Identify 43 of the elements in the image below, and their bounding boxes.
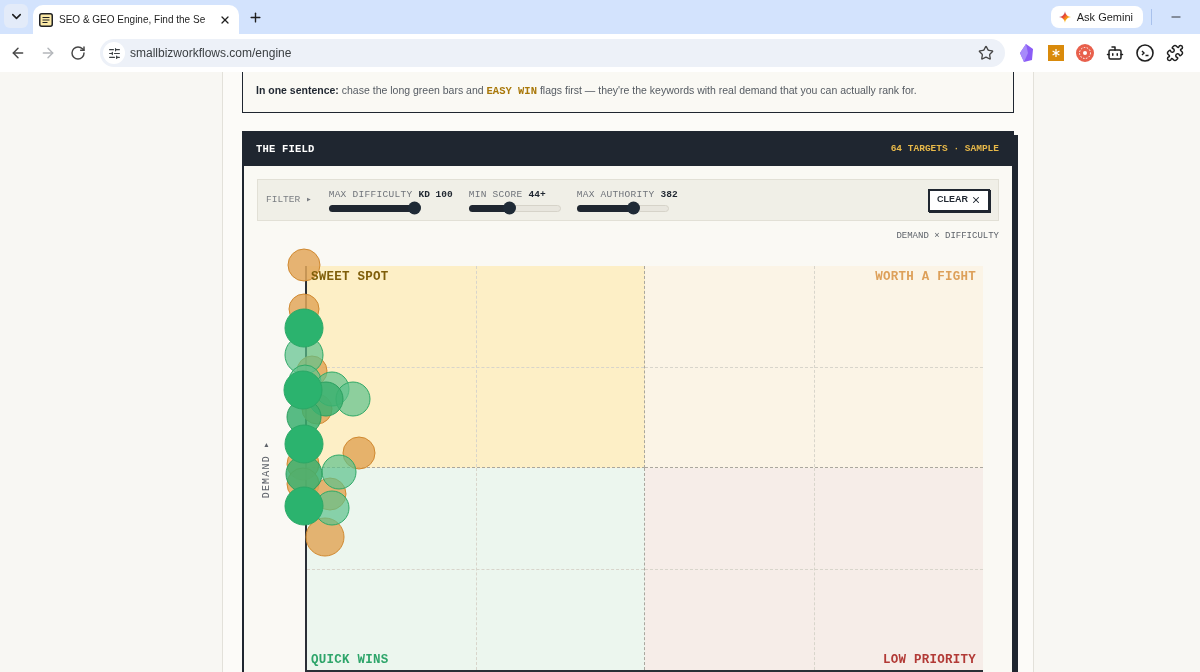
quadrant-label: WORTH A FIGHT xyxy=(875,270,976,284)
slider-thumb[interactable] xyxy=(627,201,641,215)
target-count: 64 TARGETS · SAMPLE xyxy=(890,142,999,157)
quadrant-label: QUICK WINS xyxy=(311,653,389,667)
star-icon[interactable] xyxy=(978,45,994,61)
gem-icon[interactable] xyxy=(1018,44,1036,62)
puzzle-icon[interactable] xyxy=(1166,44,1184,62)
url-text: smallbizworkflows.com/engine xyxy=(130,45,292,62)
axis-label: DEMAND ▸ xyxy=(260,440,274,498)
site-info-button[interactable] xyxy=(103,42,125,64)
slider-track[interactable] xyxy=(576,204,669,212)
slider-thumb[interactable] xyxy=(407,201,421,215)
sparkle-icon xyxy=(1058,11,1071,23)
slider-track[interactable] xyxy=(468,204,561,212)
slider-value: 44+ xyxy=(528,188,546,200)
terminal-circle-icon[interactable] xyxy=(1136,44,1154,62)
clear-button[interactable]: CLEAR xyxy=(928,188,990,212)
slider-label: MAX AUTHORITY xyxy=(576,188,655,200)
address-field[interactable]: smallbizworkflows.com/engine xyxy=(100,39,1005,67)
quadrant-label: SWEET SPOT xyxy=(311,270,389,284)
quadrant-label: LOW PRIORITY xyxy=(883,653,976,667)
document-icon xyxy=(39,12,53,27)
filter-label: FILTER ▸ xyxy=(266,192,312,207)
robot-icon[interactable] xyxy=(1106,44,1124,62)
x-icon xyxy=(971,195,981,205)
sunburst-icon[interactable] xyxy=(1076,44,1094,62)
browser-tab[interactable]: SEO & GEO Engine, Find the Se xyxy=(33,5,239,34)
summary-sentence: In one sentence: chase the long green bars and EASY WIN flags first — they're the keywords with real demand that you can actually rank for. xyxy=(256,83,918,98)
plus-icon xyxy=(247,9,263,25)
slider-value: 382 xyxy=(660,188,678,200)
slider-track[interactable] xyxy=(328,204,421,212)
slider-thumb[interactable] xyxy=(503,201,517,215)
right-arrow-icon xyxy=(40,45,56,61)
slider-label: MAX DIFFICULTY xyxy=(328,188,413,200)
circular-arrow-icon xyxy=(70,45,86,61)
sliders-icon xyxy=(107,46,121,60)
tab-list-button[interactable] xyxy=(4,4,28,28)
asterisk-tile-icon[interactable] xyxy=(1048,45,1064,61)
slider-label: MIN SCORE xyxy=(468,188,523,200)
slider-value: KD 100 xyxy=(418,188,453,200)
ask-gemini-button[interactable]: Ask Gemini xyxy=(1050,6,1143,28)
panel-title: THE FIELD xyxy=(256,141,315,157)
chart-caption: DEMAND × DIFFICULTY xyxy=(896,231,999,242)
